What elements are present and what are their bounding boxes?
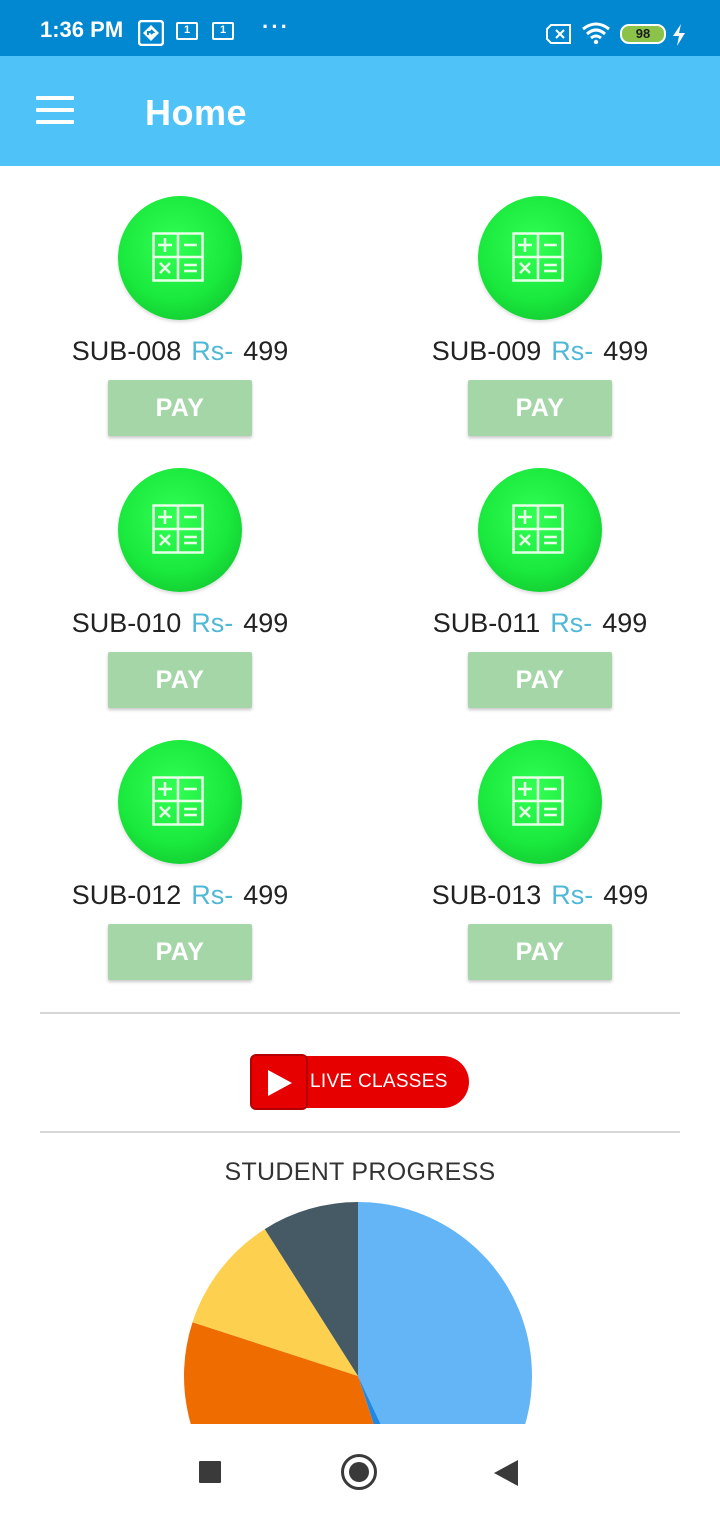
- subject-avatar[interactable]: [118, 740, 242, 864]
- recents-square-icon[interactable]: [199, 1461, 221, 1483]
- page-title: Home: [145, 92, 248, 133]
- calculator-icon: [152, 504, 204, 554]
- subject-code: SUB-009: [431, 336, 542, 366]
- subject-avatar[interactable]: [478, 196, 602, 320]
- charging-icon: [672, 24, 686, 51]
- subject-avatar[interactable]: [118, 468, 242, 592]
- live-classes-button[interactable]: LIVE CLASSES: [250, 1054, 469, 1110]
- subject-price: 499: [243, 336, 289, 366]
- pie-slice: [358, 1202, 533, 1424]
- pay-button[interactable]: PAY: [468, 924, 612, 980]
- subject-avatar[interactable]: [478, 468, 602, 592]
- student-progress-title: STUDENT PROGRESS: [224, 1158, 496, 1186]
- pay-button[interactable]: PAY: [468, 652, 612, 708]
- subject-card: SUB-010 Rs- 499 PAY: [0, 462, 360, 732]
- no-sim-icon: [546, 24, 572, 49]
- student-progress-chart: [182, 1200, 538, 1424]
- live-classes-label: LIVE CLASSES: [280, 1056, 469, 1108]
- home-circle-icon[interactable]: [341, 1454, 377, 1490]
- calculator-icon: [152, 776, 204, 826]
- subject-label: SUB-011 Rs- 499: [360, 608, 720, 639]
- battery-icon: 98: [620, 24, 666, 44]
- more-dots-icon: ···: [262, 14, 290, 39]
- subject-price: 499: [243, 880, 289, 910]
- divider: [40, 1131, 680, 1133]
- app-bar: Home: [0, 56, 720, 166]
- notification-box-icon: 1: [176, 22, 198, 40]
- currency-label: Rs-: [191, 880, 234, 910]
- subject-code: SUB-011: [432, 608, 541, 638]
- subject-code: SUB-012: [71, 880, 182, 910]
- subject-code: SUB-010: [71, 608, 182, 638]
- subject-card: SUB-013 Rs- 499 PAY: [360, 734, 720, 1004]
- subject-label: SUB-013 Rs- 499: [360, 880, 720, 911]
- pay-button[interactable]: PAY: [108, 380, 252, 436]
- subject-card: SUB-008 Rs- 499 PAY: [0, 190, 360, 460]
- subject-card: SUB-012 Rs- 499 PAY: [0, 734, 360, 1004]
- status-bar: 1:36 PM 1 1 ··· 98: [0, 0, 720, 56]
- divider: [40, 1012, 680, 1014]
- wifi-icon: [582, 22, 610, 49]
- subject-price: 499: [243, 608, 289, 638]
- subject-price: 499: [602, 608, 648, 638]
- back-triangle-icon[interactable]: [494, 1460, 518, 1486]
- notification-box-icon: 1: [212, 22, 234, 40]
- subject-label: SUB-012 Rs- 499: [0, 880, 360, 911]
- calculator-icon: [512, 776, 564, 826]
- currency-label: Rs-: [191, 336, 234, 366]
- hamburger-menu-icon[interactable]: [36, 96, 76, 126]
- subject-label: SUB-010 Rs- 499: [0, 608, 360, 639]
- currency-label: Rs-: [551, 880, 594, 910]
- subject-card: SUB-011 Rs- 499 PAY: [360, 462, 720, 732]
- subject-avatar[interactable]: [118, 196, 242, 320]
- pay-button[interactable]: PAY: [108, 924, 252, 980]
- subject-price: 499: [603, 336, 649, 366]
- maps-icon: [137, 19, 165, 51]
- subject-code: SUB-008: [71, 336, 182, 366]
- currency-label: Rs-: [550, 608, 593, 638]
- subject-price: 499: [603, 880, 649, 910]
- pay-button[interactable]: PAY: [468, 380, 612, 436]
- subject-label: SUB-009 Rs- 499: [360, 336, 720, 367]
- subject-card: SUB-009 Rs- 499 PAY: [360, 190, 720, 460]
- calculator-icon: [152, 232, 204, 282]
- system-nav-bar: [0, 1424, 720, 1520]
- subject-label: SUB-008 Rs- 499: [0, 336, 360, 367]
- calculator-icon: [512, 504, 564, 554]
- subject-avatar[interactable]: [478, 740, 602, 864]
- status-time: 1:36 PM: [40, 17, 124, 42]
- subject-code: SUB-013: [431, 880, 542, 910]
- play-icon: [250, 1054, 308, 1110]
- currency-label: Rs-: [551, 336, 594, 366]
- currency-label: Rs-: [191, 608, 234, 638]
- calculator-icon: [512, 232, 564, 282]
- pay-button[interactable]: PAY: [108, 652, 252, 708]
